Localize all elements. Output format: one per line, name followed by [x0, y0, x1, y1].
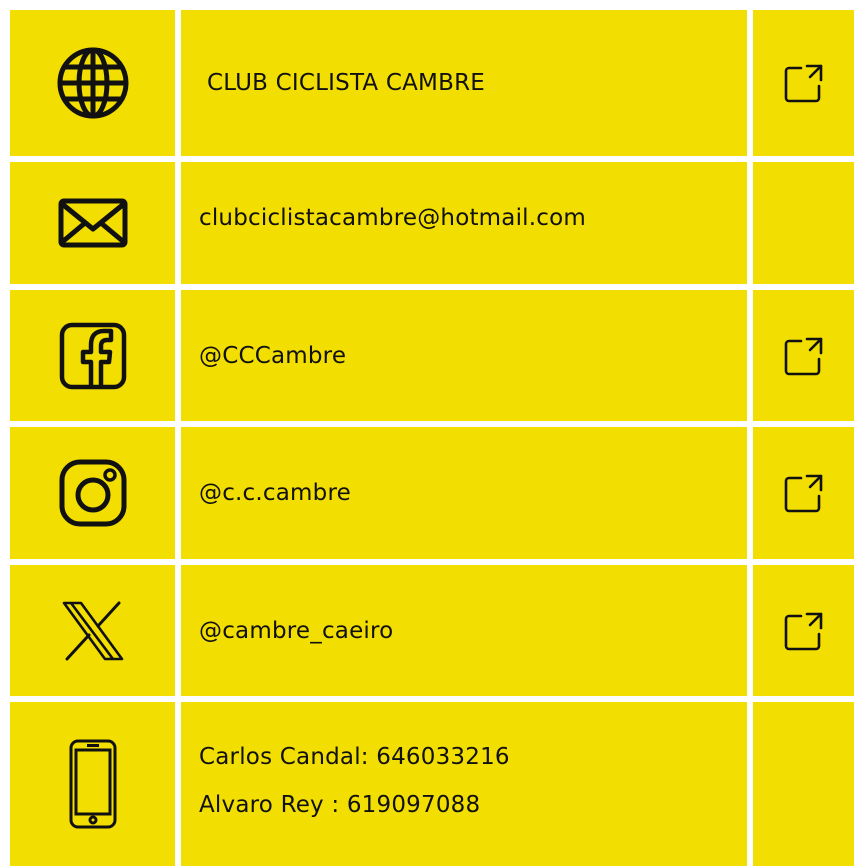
instagram-label[interactable]: @c.c.cambre	[181, 480, 747, 506]
contact-table: CLUB CICLISTA CAMBRE clubciclistacambre@…	[0, 0, 854, 866]
instagram-icon-cell	[10, 427, 175, 559]
website-open-cell	[753, 10, 854, 156]
instagram-open-cell	[753, 427, 854, 559]
phone-line-1[interactable]: Carlos Candal: 646033216	[181, 744, 747, 770]
x-logo-icon	[62, 601, 123, 660]
x-text-cell: @cambre_caeiro	[181, 565, 747, 696]
website-text-cell: CLUB CICLISTA CAMBRE	[181, 10, 747, 156]
phone-text-cell: Carlos Candal: 646033216 Alvaro Rey : 61…	[181, 702, 747, 866]
facebook-label[interactable]: @CCCambre	[181, 343, 747, 369]
external-link-icon[interactable]	[783, 62, 825, 104]
instagram-icon	[59, 459, 126, 527]
globe-icon	[57, 47, 128, 119]
facebook-icon	[59, 322, 126, 389]
email-label[interactable]: clubciclistacambre@hotmail.com	[181, 205, 747, 231]
external-link-icon[interactable]	[783, 335, 825, 377]
facebook-icon-cell	[10, 290, 175, 421]
x-icon-cell	[10, 565, 175, 696]
website-label[interactable]: CLUB CICLISTA CAMBRE	[181, 70, 747, 96]
email-text-cell: clubciclistacambre@hotmail.com	[181, 162, 747, 284]
instagram-text-cell: @c.c.cambre	[181, 427, 747, 559]
phone-line-2[interactable]: Alvaro Rey : 619097088	[181, 792, 747, 818]
email-icon-cell	[10, 162, 175, 284]
x-open-cell	[753, 565, 854, 696]
email-action-cell	[753, 162, 854, 284]
phone-action-cell	[753, 702, 854, 866]
facebook-text-cell: @CCCambre	[181, 290, 747, 421]
phone-icon-cell	[10, 702, 175, 866]
envelope-icon	[58, 198, 127, 248]
facebook-open-cell	[753, 290, 854, 421]
external-link-icon[interactable]	[783, 610, 825, 652]
x-label[interactable]: @cambre_caeiro	[181, 618, 747, 644]
website-icon-cell	[10, 10, 175, 156]
external-link-icon[interactable]	[783, 472, 825, 514]
smartphone-icon	[69, 739, 116, 829]
